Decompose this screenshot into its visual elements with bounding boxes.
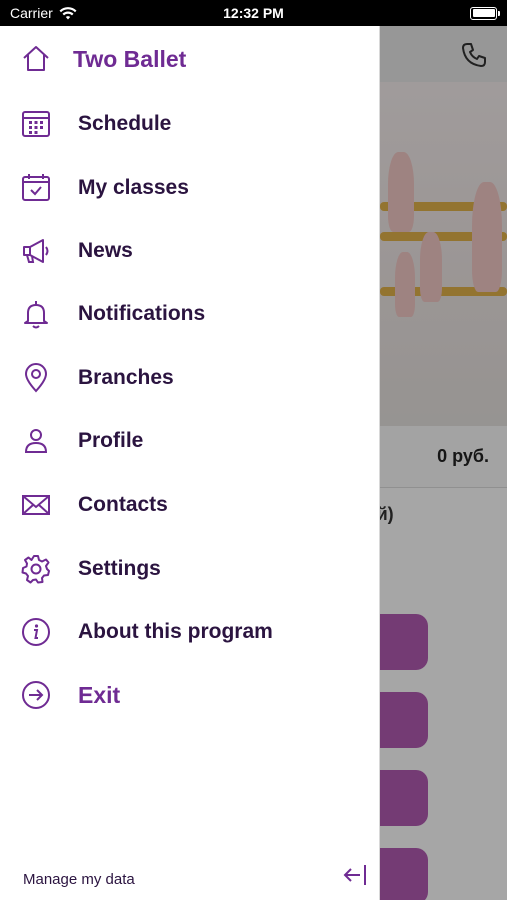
person-icon	[21, 426, 51, 456]
wifi-icon	[59, 6, 77, 19]
manage-data-link[interactable]: Manage my data	[23, 871, 135, 888]
battery-icon	[470, 6, 500, 20]
info-icon	[21, 617, 51, 647]
menu-label: Schedule	[78, 112, 172, 135]
side-drawer: Two Ballet Schedule My classes News Noti…	[0, 26, 380, 900]
app-name: Two Ballet	[73, 45, 187, 72]
carrier-label: Carrier	[10, 5, 53, 21]
menu-label: Notifications	[78, 302, 206, 325]
calendar-check-icon	[21, 173, 51, 203]
status-time: 12:32 PM	[223, 5, 284, 21]
menu-item-profile[interactable]: Profile	[0, 415, 380, 467]
menu-label: My classes	[78, 176, 189, 199]
menu-item-exit[interactable]: Exit	[0, 669, 380, 721]
menu-item-branches[interactable]: Branches	[0, 352, 380, 404]
envelope-icon	[21, 490, 51, 520]
menu-item-schedule[interactable]: Schedule	[0, 98, 380, 150]
menu-label: Branches	[78, 366, 174, 389]
menu-label: About this program	[78, 620, 273, 643]
menu-label: Profile	[78, 429, 144, 452]
bell-icon	[21, 299, 51, 329]
menu-label: Contacts	[78, 493, 168, 516]
drawer-header[interactable]: Two Ballet	[0, 33, 380, 85]
menu-item-settings[interactable]: Settings	[0, 543, 380, 595]
menu-label: News	[78, 239, 133, 262]
map-pin-icon	[21, 363, 51, 393]
menu-item-about[interactable]: About this program	[0, 606, 380, 658]
calendar-grid-icon	[21, 109, 51, 139]
menu-item-contacts[interactable]: Contacts	[0, 479, 380, 531]
menu-label: Settings	[78, 557, 161, 580]
menu-item-notifications[interactable]: Notifications	[0, 288, 380, 340]
home-icon	[21, 44, 51, 74]
menu-item-my-classes[interactable]: My classes	[0, 162, 380, 214]
menu-label: Exit	[78, 681, 121, 708]
status-bar: Carrier 12:32 PM	[0, 0, 507, 26]
collapse-drawer-icon[interactable]	[343, 862, 369, 888]
megaphone-icon	[21, 236, 51, 266]
gear-icon	[21, 554, 51, 584]
exit-arrow-icon	[21, 680, 51, 710]
menu-item-news[interactable]: News	[0, 225, 380, 277]
